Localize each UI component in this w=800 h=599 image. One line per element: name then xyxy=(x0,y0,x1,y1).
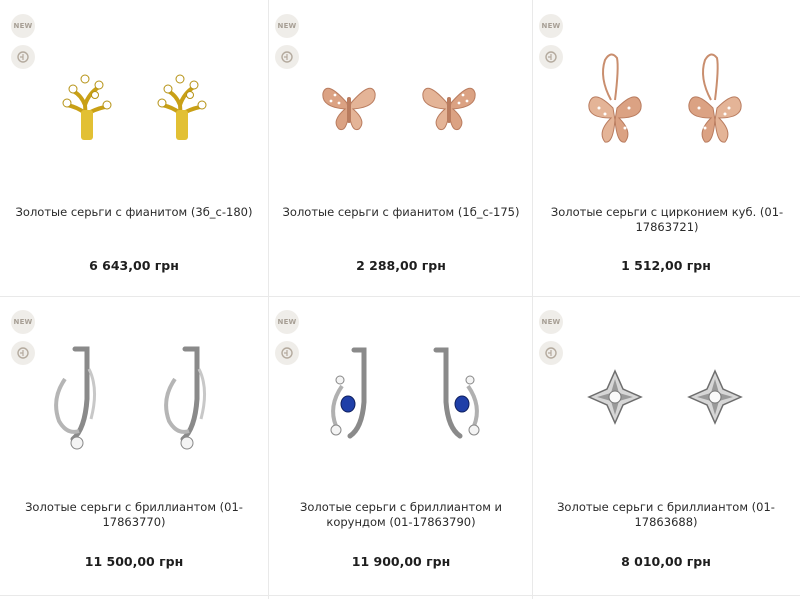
product-title[interactable]: Золотые серьги с бриллиантом (01-1786377… xyxy=(24,500,244,530)
product-title[interactable]: Золотые серьги с бриллиантом (01-1786368… xyxy=(555,500,777,530)
butterfly-earring-left xyxy=(322,87,376,131)
product-card[interactable]: NEW Золотые серьги с бриллиантом (01-178… xyxy=(533,297,800,595)
gift-tag-icon[interactable] xyxy=(11,341,35,365)
gift-tag-icon[interactable] xyxy=(275,341,299,365)
white-gold-hoop-earring-left xyxy=(54,346,96,450)
flower-stud-earring-right xyxy=(687,369,743,425)
product-card[interactable]: NEW Золотые серьги с фианитом (3б_с-180)… xyxy=(0,0,268,296)
product-card[interactable]: NEW Золотые серьги с цирконием куб. (01-… xyxy=(533,0,800,296)
gold-tree-earring-left xyxy=(62,74,112,140)
butterfly-earring-right xyxy=(422,87,476,131)
product-image[interactable] xyxy=(55,65,215,145)
product-price: 8 010,00 грн xyxy=(621,554,711,569)
product-image[interactable] xyxy=(45,339,225,459)
white-gold-hoop-earring-right xyxy=(164,346,206,450)
new-badge: NEW xyxy=(275,310,299,334)
new-badge: NEW xyxy=(11,310,35,334)
product-price: 11 900,00 грн xyxy=(351,554,451,569)
product-price: 6 643,00 грн xyxy=(89,258,179,273)
product-card[interactable]: NEW Золотые серьги с бриллиантом (01-178… xyxy=(0,297,268,595)
product-price: 2 288,00 грн xyxy=(356,258,446,273)
new-badge: NEW xyxy=(539,14,563,38)
butterfly-drop-earring-right xyxy=(688,53,742,143)
flower-stud-earring-left xyxy=(587,369,643,425)
divider xyxy=(0,595,800,596)
product-card[interactable]: NEW Золотые серьги с бриллиантом и корун… xyxy=(269,297,532,595)
new-badge: NEW xyxy=(11,14,35,38)
gold-tree-earring-right xyxy=(157,74,207,140)
sapphire-earring-left xyxy=(330,347,367,439)
product-title[interactable]: Золотые серьги с цирконием куб. (01-1786… xyxy=(545,205,789,235)
product-image[interactable] xyxy=(585,367,745,427)
gift-tag-icon[interactable] xyxy=(539,45,563,69)
product-card[interactable]: NEW Золотые серьги с фианитом (1б_с-175)… xyxy=(269,0,532,296)
product-title[interactable]: Золотые серьги с фианитом (1б_с-175) xyxy=(277,205,525,220)
new-badge: NEW xyxy=(539,310,563,334)
product-grid: NEW Золотые серьги с фианитом (3б_с-180)… xyxy=(0,0,800,599)
product-image[interactable] xyxy=(317,75,487,135)
butterfly-drop-earring-left xyxy=(588,53,642,143)
sapphire-earring-right xyxy=(433,347,480,439)
product-image[interactable] xyxy=(314,342,494,452)
product-image[interactable] xyxy=(581,48,751,158)
new-badge: NEW xyxy=(275,14,299,38)
product-title[interactable]: Золотые серьги с фианитом (3б_с-180) xyxy=(10,205,258,220)
gift-tag-icon[interactable] xyxy=(11,45,35,69)
gift-tag-icon[interactable] xyxy=(275,45,299,69)
product-price: 1 512,00 грн xyxy=(621,258,711,273)
product-title[interactable]: Золотые серьги с бриллиантом и корундом … xyxy=(295,500,507,530)
product-price: 11 500,00 грн xyxy=(84,554,184,569)
gift-tag-icon[interactable] xyxy=(539,341,563,365)
